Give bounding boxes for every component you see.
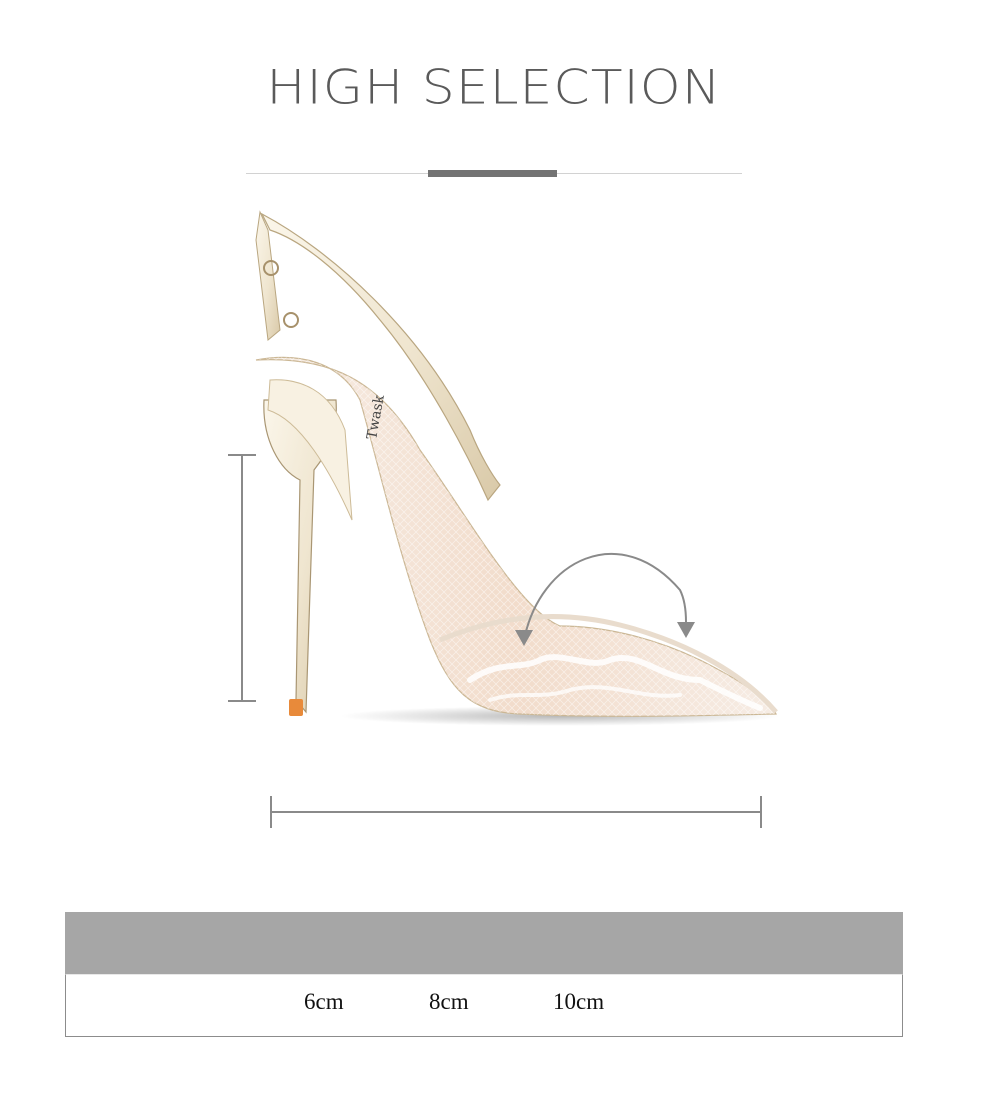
heel-tip	[289, 699, 303, 716]
size-table: 6cm 8cm 10cm	[65, 912, 903, 1037]
shoe-body: Twask	[255, 356, 778, 717]
size-cell-2: 8cm	[429, 989, 469, 1014]
size-cell-3: 10cm	[553, 989, 605, 1014]
product-illustration: Twask	[228, 210, 780, 828]
size-table-header	[65, 912, 903, 974]
size-cell-1: 6cm	[304, 989, 344, 1014]
length-guide-line	[270, 796, 762, 828]
heel-guide-line	[228, 454, 256, 702]
size-table-row: 6cm 8cm 10cm	[65, 974, 903, 1037]
